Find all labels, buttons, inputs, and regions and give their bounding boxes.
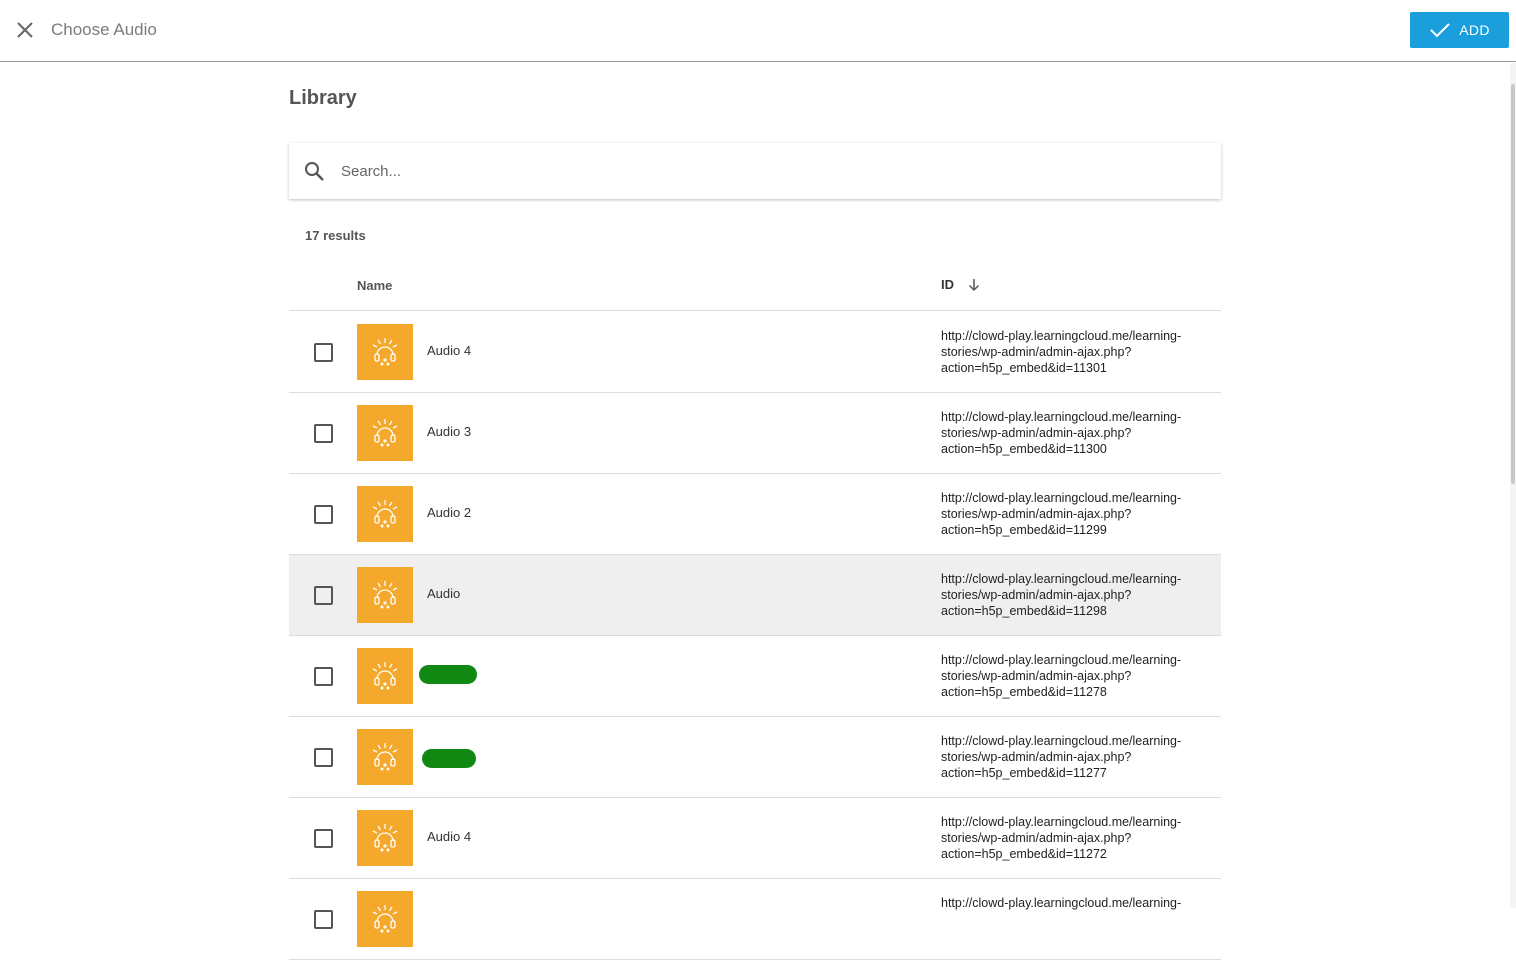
- row-id: http://clowd-play.learningcloud.me/learn…: [941, 896, 1182, 910]
- row-id: http://clowd-play.learningcloud.me/learn…: [941, 410, 1182, 456]
- row-id: http://clowd-play.learningcloud.me/learn…: [941, 734, 1182, 780]
- results-count: 17 results: [305, 228, 366, 243]
- headphones-icon: [357, 810, 413, 866]
- column-header-name[interactable]: Name: [357, 278, 392, 293]
- results-list: Audio 4 http://clowd-play.learningcloud.…: [289, 312, 1221, 960]
- top-bar: Choose Audio ADD: [0, 0, 1516, 62]
- row-name: Audio 4: [427, 829, 472, 844]
- headphones-icon: [357, 891, 413, 947]
- table-row[interactable]: http://clowd-play.learningcloud.me/learn…: [289, 879, 1221, 960]
- table-row[interactable]: Audio 3 http://clowd-play.learningcloud.…: [289, 393, 1221, 474]
- row-checkbox[interactable]: [314, 343, 333, 362]
- row-name: Audio: [427, 586, 461, 601]
- search-box: [289, 143, 1221, 199]
- table-row[interactable]: http://clowd-play.learningcloud.me/learn…: [289, 636, 1221, 717]
- row-checkbox[interactable]: [314, 586, 333, 605]
- row-name: Audio 2: [427, 505, 472, 520]
- headphones-icon: [357, 729, 413, 785]
- row-checkbox[interactable]: [314, 424, 333, 443]
- close-icon[interactable]: [14, 19, 36, 41]
- row-checkbox[interactable]: [314, 910, 333, 929]
- search-icon: [305, 162, 324, 181]
- table-row[interactable]: Audio 4 http://clowd-play.learningcloud.…: [289, 798, 1221, 879]
- column-header-id-label: ID: [941, 277, 954, 292]
- table-row[interactable]: Audio 4 http://clowd-play.learningcloud.…: [289, 312, 1221, 393]
- arrow-down-icon: [968, 278, 980, 291]
- column-header-id[interactable]: ID: [941, 277, 980, 292]
- headphones-icon: [357, 486, 413, 542]
- row-id: http://clowd-play.learningcloud.me/learn…: [941, 815, 1182, 861]
- row-id: http://clowd-play.learningcloud.me/learn…: [941, 329, 1182, 375]
- add-button[interactable]: ADD: [1410, 12, 1509, 48]
- table-row[interactable]: http://clowd-play.learningcloud.me/learn…: [289, 717, 1221, 798]
- table-row[interactable]: Audio http://clowd-play.learningcloud.me…: [289, 555, 1221, 636]
- headphones-icon: [357, 567, 413, 623]
- headphones-icon: [357, 648, 413, 704]
- headphones-icon: [357, 324, 413, 380]
- row-checkbox[interactable]: [314, 505, 333, 524]
- add-button-label: ADD: [1459, 22, 1490, 38]
- library-title: Library: [289, 87, 357, 109]
- row-id: http://clowd-play.learningcloud.me/learn…: [941, 572, 1182, 618]
- search-input[interactable]: [341, 153, 1201, 189]
- headphones-icon: [357, 405, 413, 461]
- redacted-name: [419, 665, 477, 684]
- row-checkbox[interactable]: [314, 748, 333, 767]
- table-row[interactable]: Audio 2 http://clowd-play.learningcloud.…: [289, 474, 1221, 555]
- check-icon: [1430, 23, 1450, 38]
- row-id: http://clowd-play.learningcloud.me/learn…: [941, 491, 1182, 537]
- dialog-title: Choose Audio: [51, 20, 157, 39]
- row-name: Audio 4: [427, 343, 472, 358]
- row-id: http://clowd-play.learningcloud.me/learn…: [941, 653, 1182, 699]
- scrollbar-thumb[interactable]: [1511, 84, 1515, 484]
- row-name: Audio 3: [427, 424, 472, 439]
- table-header: Name ID: [289, 263, 1221, 311]
- row-checkbox[interactable]: [314, 829, 333, 848]
- row-checkbox[interactable]: [314, 667, 333, 686]
- redacted-name: [422, 749, 476, 768]
